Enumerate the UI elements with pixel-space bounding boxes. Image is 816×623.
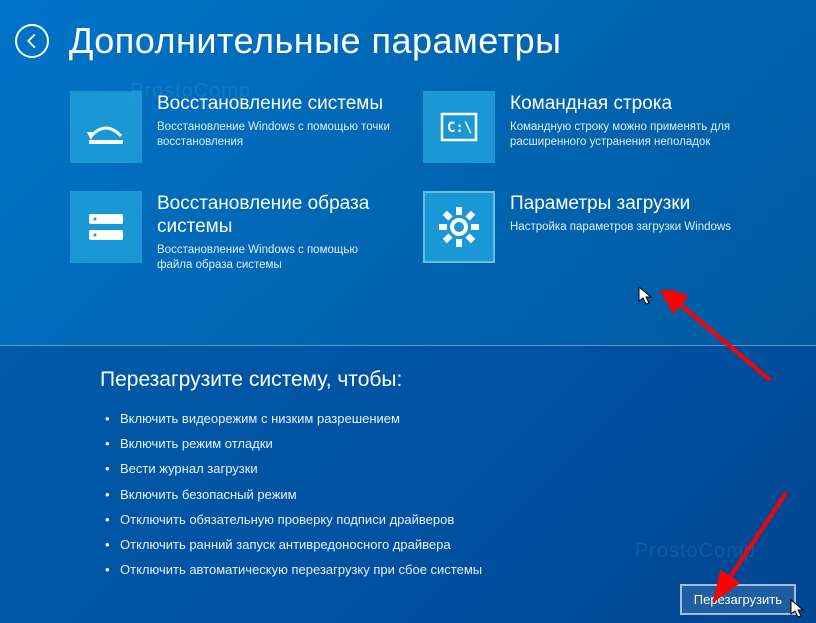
page-title: Дополнительные параметры — [69, 20, 562, 62]
tile-desc: Командную строку можно применять для рас… — [510, 120, 746, 151]
advanced-options-panel: Дополнительные параметры ProstoComp Восс… — [0, 0, 816, 345]
startup-options-list: Включить видеорежим с низким разрешением… — [100, 410, 716, 579]
list-item: Отключить автоматическую перезагрузку пр… — [120, 561, 716, 579]
tile-desc: Настройка параметров загрузки Windows — [510, 220, 731, 236]
list-item: Включить режим отладки — [120, 435, 716, 453]
tile-title: Восстановление образа системы — [157, 193, 393, 239]
system-image-icon — [70, 191, 142, 263]
startup-settings-panel: Перезагрузите систему, чтобы: Включить в… — [0, 345, 816, 623]
tile-startup-settings[interactable]: Параметры загрузки Настройка параметров … — [423, 187, 746, 278]
list-item: Вести журнал загрузки — [120, 460, 716, 478]
system-restore-icon — [70, 91, 142, 163]
back-button[interactable] — [15, 24, 49, 58]
command-prompt-icon: C:\ — [423, 91, 495, 163]
tile-title: Восстановление системы — [157, 93, 393, 116]
tile-system-image[interactable]: Восстановление образа системы Восстановл… — [70, 187, 393, 278]
list-item: Отключить ранний запуск антивредоносного… — [120, 536, 716, 554]
tile-command-prompt[interactable]: C:\ Командная строка Командную строку мо… — [423, 87, 746, 167]
arrow-left-icon — [23, 32, 41, 50]
list-item: Включить безопасный режим — [120, 486, 716, 504]
tile-desc: Восстановление Windows с помощью файла о… — [157, 243, 393, 274]
option-tiles: Восстановление системы Восстановление Wi… — [70, 87, 746, 278]
tile-desc: Восстановление Windows с помощью точки в… — [157, 120, 393, 151]
svg-text:C:\: C:\ — [447, 120, 472, 136]
list-item: Отключить обязательную проверку подписи … — [120, 511, 716, 529]
tile-system-restore[interactable]: Восстановление системы Восстановление Wi… — [70, 87, 393, 167]
tile-title: Командная строка — [510, 93, 746, 116]
gear-icon — [423, 191, 495, 263]
startup-subtitle: Перезагрузите систему, чтобы: — [100, 368, 716, 392]
tile-title: Параметры загрузки — [510, 193, 731, 216]
restart-button[interactable]: Перезагрузить — [680, 584, 796, 615]
list-item: Включить видеорежим с низким разрешением — [120, 410, 716, 428]
